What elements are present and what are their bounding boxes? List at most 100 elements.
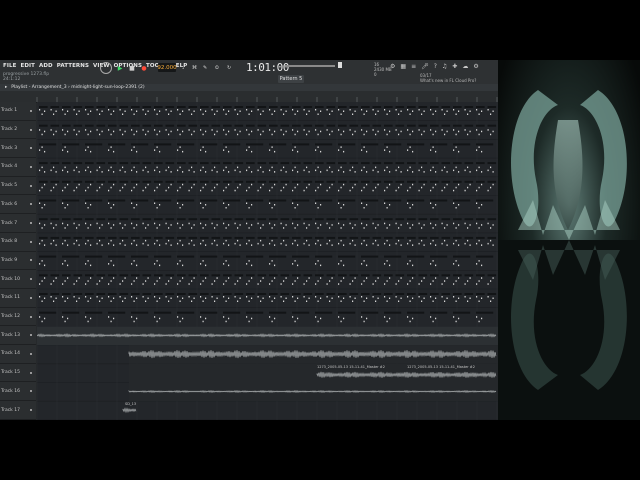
loop-record-icon[interactable]: ↻ bbox=[227, 64, 231, 72]
song-position-display[interactable]: 1:01:00 bbox=[246, 61, 289, 74]
track-mute-dot[interactable] bbox=[30, 334, 32, 337]
help-icon[interactable]: ? bbox=[434, 63, 437, 70]
track-mute-dot[interactable] bbox=[30, 184, 32, 187]
track-header[interactable]: Track 12 bbox=[0, 308, 36, 327]
track-header[interactable]: Track 6 bbox=[0, 196, 36, 215]
note-mark bbox=[228, 110, 230, 112]
pattern-clip bbox=[39, 180, 48, 183]
track-header[interactable]: Track 15 bbox=[0, 364, 36, 383]
note-mark bbox=[237, 133, 239, 136]
pattern-clip bbox=[142, 106, 152, 108]
master-pitch-knob[interactable] bbox=[338, 62, 342, 68]
metronome-icon[interactable]: ♪ bbox=[182, 64, 185, 72]
note-mark bbox=[349, 169, 351, 172]
track-label: Track 12 bbox=[1, 314, 20, 320]
pattern-clip bbox=[487, 274, 497, 277]
note-mark bbox=[317, 186, 319, 189]
track-header[interactable]: Track 4 bbox=[0, 158, 36, 177]
note-mark bbox=[133, 320, 135, 323]
pattern-selector[interactable]: Pattern 5 bbox=[278, 75, 304, 83]
track-mute-dot[interactable] bbox=[30, 409, 32, 412]
master-volume-slider[interactable] bbox=[285, 65, 335, 67]
track-mute-dot[interactable] bbox=[30, 128, 32, 131]
menu-edit[interactable]: EDIT bbox=[20, 63, 35, 69]
track-header[interactable]: Track 2 bbox=[0, 121, 36, 140]
pattern-song-toggle-icon[interactable] bbox=[100, 62, 112, 74]
track-mute-dot[interactable] bbox=[30, 352, 32, 355]
browser-icon[interactable]: ⚙ bbox=[390, 63, 395, 70]
step-edit-icon[interactable]: ✎ bbox=[203, 64, 207, 72]
menu-add[interactable]: ADD bbox=[39, 63, 53, 69]
note-mark bbox=[108, 263, 110, 265]
track-mute-dot[interactable] bbox=[30, 315, 32, 318]
snap-icon[interactable]: ⌘ bbox=[192, 64, 197, 72]
piano-roll-icon[interactable]: ♫ bbox=[442, 63, 447, 70]
pattern-clip bbox=[326, 180, 336, 183]
cloud-icon[interactable]: ☁ bbox=[462, 63, 468, 70]
track-header[interactable]: Track 13 bbox=[0, 326, 36, 346]
note-mark bbox=[274, 264, 276, 267]
track-mute-dot[interactable] bbox=[30, 296, 32, 299]
note-mark bbox=[285, 130, 287, 133]
pattern-clip bbox=[246, 236, 255, 239]
note-mark bbox=[363, 280, 365, 282]
track-header[interactable]: Track 10 bbox=[0, 270, 36, 289]
track-mute-dot[interactable] bbox=[30, 278, 32, 281]
record-icon[interactable]: ● bbox=[140, 64, 148, 72]
note-mark bbox=[90, 204, 92, 206]
track-mute-dot[interactable] bbox=[30, 222, 32, 225]
note-mark bbox=[200, 129, 202, 131]
audio-clip-label: SD_13 bbox=[125, 402, 136, 406]
note-mark bbox=[177, 316, 179, 318]
track-mute-dot[interactable] bbox=[30, 165, 32, 168]
menu-file[interactable]: FILE bbox=[3, 63, 16, 69]
note-mark bbox=[90, 244, 92, 246]
stop-icon[interactable]: ■ bbox=[128, 64, 136, 72]
track-header[interactable]: Track 11 bbox=[0, 289, 36, 308]
track-mute-dot[interactable] bbox=[30, 109, 32, 112]
track-header[interactable]: Track 5 bbox=[0, 177, 36, 196]
hint-panel[interactable]: 03/17 What's new in FL Cloud Pro? bbox=[420, 73, 490, 83]
track-header[interactable]: Track 14 bbox=[0, 345, 36, 364]
track-header[interactable]: Track 8 bbox=[0, 233, 36, 252]
track-mute-dot[interactable] bbox=[30, 147, 32, 150]
track-header[interactable]: Track 17 bbox=[0, 401, 36, 420]
track-header[interactable]: Track 16 bbox=[0, 383, 36, 402]
track-mute-dot[interactable] bbox=[30, 240, 32, 243]
track-header[interactable]: Track 9 bbox=[0, 252, 36, 271]
track-header[interactable]: Track 3 bbox=[0, 139, 36, 159]
note-mark bbox=[225, 186, 227, 189]
note-mark bbox=[170, 297, 172, 299]
note-mark bbox=[119, 222, 121, 225]
note-mark bbox=[87, 239, 89, 242]
note-mark bbox=[343, 317, 345, 320]
note-mark bbox=[53, 133, 55, 136]
countdown-icon[interactable]: ⏲ bbox=[215, 64, 219, 72]
track-mute-dot[interactable] bbox=[30, 390, 32, 393]
note-mark bbox=[202, 146, 204, 148]
channel-rack-icon[interactable]: ≡ bbox=[411, 63, 416, 70]
note-mark bbox=[478, 300, 480, 302]
menu-patterns[interactable]: PATTERNS bbox=[57, 63, 89, 69]
pattern-clip bbox=[395, 162, 405, 165]
note-mark bbox=[432, 146, 434, 148]
track-mute-dot[interactable] bbox=[30, 371, 32, 374]
track-header[interactable]: Track 1 bbox=[0, 102, 36, 121]
play-icon[interactable]: ▶ bbox=[116, 64, 124, 72]
tempo-display[interactable]: 92.000 bbox=[157, 63, 177, 72]
note-mark bbox=[363, 146, 365, 148]
playlist-arrow-icon[interactable]: ▸ bbox=[5, 85, 7, 90]
pattern-clip bbox=[223, 311, 241, 314]
note-mark bbox=[260, 166, 262, 169]
playlist-grid[interactable]: 1273_2005-05-13 15-11-41_Master #2 1273_2… bbox=[36, 102, 498, 420]
note-mark bbox=[398, 227, 400, 229]
note-mark bbox=[409, 239, 411, 242]
track-mute-dot[interactable] bbox=[30, 259, 32, 262]
settings-icon[interactable]: ⚙ bbox=[473, 63, 478, 70]
mic-icon[interactable]: 🎤︎ bbox=[421, 63, 429, 70]
track-mute-dot[interactable] bbox=[30, 203, 32, 206]
note-mark bbox=[62, 316, 64, 318]
mixer-icon[interactable]: ▦ bbox=[400, 63, 406, 70]
plugin-icon[interactable]: ✚ bbox=[452, 63, 457, 70]
track-header[interactable]: Track 7 bbox=[0, 214, 36, 233]
